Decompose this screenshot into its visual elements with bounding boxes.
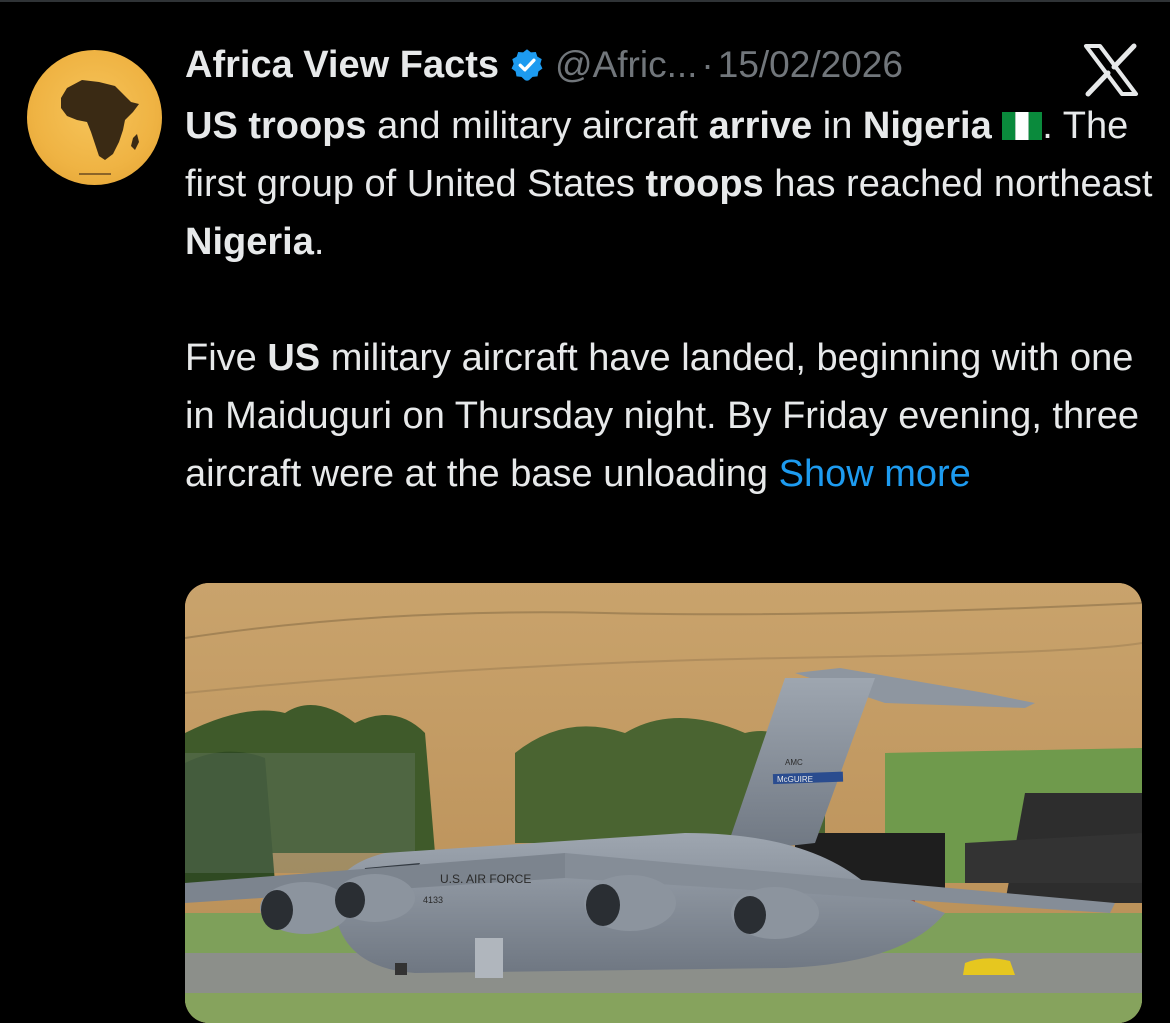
tail-code-label: AMC <box>785 758 803 767</box>
text-span: . <box>313 221 325 263</box>
tail-number-label: 4133 <box>423 895 443 905</box>
author-name[interactable]: Africa View Facts <box>185 44 499 87</box>
text-span: in <box>812 105 863 147</box>
tweet-paragraph-1: US troops and military aircraft arrive i… <box>185 97 1155 271</box>
tail-band-label: McGUIRE <box>777 775 813 784</box>
verified-badge-icon[interactable] <box>509 47 545 83</box>
text-span: and military aircraft <box>366 105 709 147</box>
text-span: military aircraft have landed, beginning… <box>185 337 1140 495</box>
bold-text: Nigeria <box>862 105 992 147</box>
tweet-header: Africa View Facts @Afric... · 15/02/2026 <box>185 38 903 92</box>
tweet-media-image[interactable]: McGUIRE AMC U.S. AIR FORCE 4133 <box>185 583 1142 1023</box>
aircraft-photo: McGUIRE AMC U.S. AIR FORCE 4133 <box>185 583 1142 1023</box>
bold-text: US troops <box>185 105 367 147</box>
meta-separator: · <box>701 44 714 85</box>
bold-text: troops <box>645 163 764 205</box>
show-more-link[interactable]: Show more <box>779 453 971 495</box>
nigeria-flag-icon <box>1002 112 1043 140</box>
author-handle[interactable]: @Afric... <box>555 44 697 86</box>
profile-avatar[interactable] <box>27 50 162 185</box>
bold-text: arrive <box>708 105 813 147</box>
bold-text: Nigeria <box>185 221 314 263</box>
fuselage-label: U.S. AIR FORCE <box>440 872 531 886</box>
text-span: Five <box>185 337 268 379</box>
tweet-text: US troops and military aircraft arrive i… <box>185 97 1155 503</box>
tweet-paragraph-2: Five US military aircraft have landed, b… <box>185 329 1155 503</box>
top-divider <box>0 0 1170 2</box>
x-logo-icon[interactable] <box>1082 42 1140 98</box>
text-span: has reached northeast <box>763 163 1153 205</box>
africa-map-avatar-icon <box>61 80 139 175</box>
bold-text: US <box>267 337 321 379</box>
post-date[interactable]: 15/02/2026 <box>718 44 903 86</box>
